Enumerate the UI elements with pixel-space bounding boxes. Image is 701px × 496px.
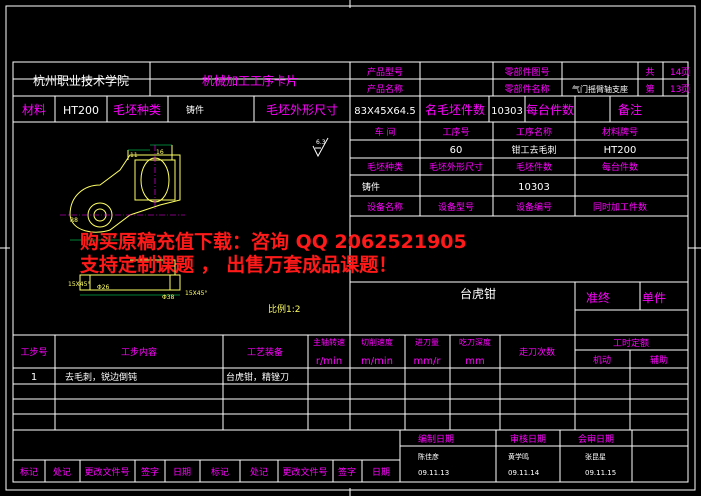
change-doc-label-2: 更改文件号	[282, 466, 327, 478]
countersign-date: 09.11.15	[585, 469, 616, 477]
review-label: 审核日期	[510, 433, 546, 445]
mark-label-2: 标记	[211, 466, 229, 478]
sign-label-2: 签字	[338, 466, 356, 478]
step-1-content: 去毛刺，锐边倒钝	[65, 371, 137, 383]
blank-size-value: 83X45X64.5	[354, 106, 415, 117]
total-value: 14	[670, 68, 682, 78]
product-model-label: 产品型号	[367, 66, 403, 78]
blank-type-label: 毛坯种类	[113, 103, 161, 117]
units-per-label: 每台件数	[526, 102, 574, 117]
dim-11: 11	[130, 152, 138, 159]
op-no-value: 60	[450, 145, 463, 156]
compile-name: 陈佳彦	[418, 452, 439, 461]
simul-label: 同时加工件数	[593, 201, 647, 213]
remark-label: 备注	[618, 102, 642, 117]
equip-name-label: 设备名称	[367, 201, 403, 213]
col-passes: 走刀次数	[519, 346, 555, 358]
school-name: 杭州职业技术学院	[33, 73, 129, 88]
process-card-drawing: 杭州职业技术学院 机械加工工序卡片 产品型号 产品名称 零部件图号 零部件名称 …	[0, 0, 701, 496]
col-depth-unit: mm	[465, 356, 484, 367]
product-name-label: 产品名称	[367, 83, 403, 95]
dim-chamfer-1: 15X45°	[68, 281, 90, 288]
col-time: 工时定额	[613, 337, 649, 349]
blank-count-label: 名毛坯件数	[425, 102, 485, 117]
part-name-label: 零部件名称	[504, 83, 549, 95]
col-equipment: 工艺装备	[247, 346, 283, 358]
col-aux: 辅助	[650, 354, 668, 366]
op-name-value: 钳工去毛刺	[511, 144, 556, 156]
material-value: HT200	[63, 104, 99, 117]
blank-type-value-2: 铸件	[362, 181, 380, 193]
step-1-no: 1	[31, 372, 37, 383]
op-name-label: 工序名称	[516, 126, 552, 138]
total-unit: 页	[681, 67, 690, 78]
col-spindle-unit: r/min	[316, 356, 342, 367]
watermark-line2: 支持定制课题 ， 出售万套成品课题！	[79, 253, 397, 276]
page-label: 第	[645, 83, 654, 95]
part-name-value: 气门摇臂轴支座	[572, 84, 628, 94]
watermark-line1: 购买原稿充值下载：咨询 QQ 2062521905	[80, 230, 467, 253]
dim-chamfer-2: 15X45°	[185, 290, 207, 297]
dim-r8: R8	[70, 217, 78, 224]
col-cut-speed-unit: m/min	[361, 356, 393, 367]
dim-d26: Φ26	[97, 284, 110, 291]
part-drawing-no-label: 零部件图号	[504, 66, 549, 78]
unit-label: 单件	[642, 291, 666, 305]
date-label-2: 日期	[372, 467, 390, 478]
date-label-1: 日期	[173, 467, 191, 478]
step-1-equipment: 台虎钳，精锉刀	[226, 371, 289, 383]
part-drawing: 6.3 11 16 R8 15X45° Φ26 Φ38 15X45° 比例1:2	[60, 137, 329, 315]
place-label-2: 处记	[250, 466, 268, 478]
col-step-content: 工步内容	[121, 346, 157, 358]
col-spindle: 主轴转速	[313, 337, 345, 347]
col-step-no: 工步号	[20, 347, 47, 358]
review-date: 09.11.14	[508, 469, 540, 477]
col-cut-speed: 切削速度	[361, 337, 393, 347]
blank-count-value: 10303	[491, 106, 523, 117]
blank-type-value: 铸件	[186, 104, 204, 116]
col-machine: 机动	[593, 354, 611, 366]
roughness-value: 6.3	[316, 139, 326, 146]
page-unit: 页	[681, 84, 690, 95]
op-no-label: 工序号	[442, 126, 469, 138]
mat-code-label: 材料牌号	[602, 126, 638, 138]
change-doc-label-1: 更改文件号	[84, 466, 129, 478]
card-title: 机械加工工序卡片	[202, 73, 298, 88]
fixture-value: 台虎钳	[460, 286, 496, 301]
scale-text: 比例1:2	[268, 303, 301, 315]
material-label: 材料	[22, 103, 46, 117]
blank-size-label-2: 毛坯外形尺寸	[429, 161, 483, 173]
units-per-label-2: 每台件数	[602, 161, 638, 173]
sign-label-1: 签字	[141, 466, 159, 478]
equip-no-label: 设备编号	[516, 201, 552, 213]
dim-16: 16	[156, 149, 164, 156]
col-feed: 进刀量	[415, 338, 439, 347]
review-name: 黄学鸣	[508, 452, 529, 461]
blank-type-label-2: 毛坯种类	[367, 161, 403, 173]
mark-label-1: 标记	[20, 466, 38, 478]
compile-label: 编制日期	[418, 433, 454, 445]
mat-code-value: HT200	[604, 145, 637, 156]
place-label-1: 处记	[53, 466, 71, 478]
blank-count-label-2: 毛坯件数	[516, 161, 552, 173]
col-feed-unit: mm/r	[414, 356, 442, 367]
countersign-label: 会审日期	[578, 433, 614, 445]
equip-model-label: 设备型号	[438, 201, 474, 213]
workshop-label: 车 间	[375, 126, 396, 138]
dim-d38: Φ38	[162, 294, 175, 301]
blank-count-value-2: 10303	[518, 182, 550, 193]
total-label: 共	[645, 67, 654, 78]
page-value: 13	[670, 85, 681, 95]
blank-size-label: 毛坯外形尺寸	[266, 103, 338, 117]
compile-date: 09.11.13	[418, 469, 449, 477]
std-label: 准终	[586, 290, 610, 305]
countersign-name: 张昆星	[585, 452, 606, 461]
col-depth: 吃刀深度	[459, 337, 491, 347]
